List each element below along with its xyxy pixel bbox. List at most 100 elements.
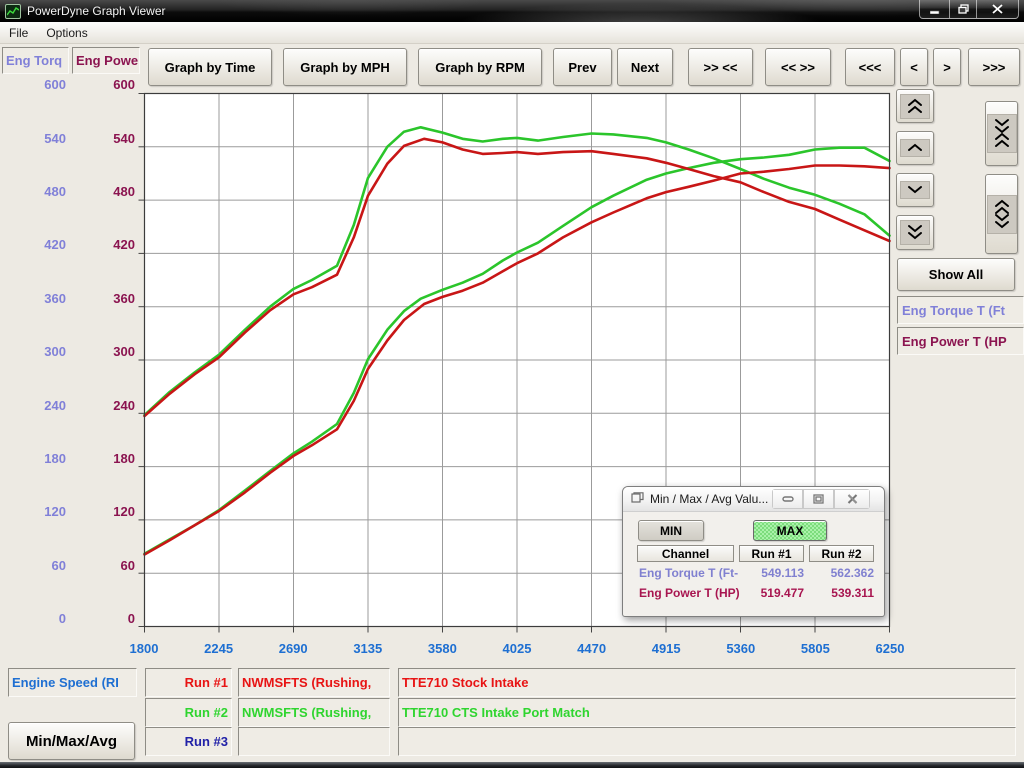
y-tick-torque: 360 bbox=[24, 291, 66, 307]
minmax-row-channel: Eng Power T (HP) bbox=[639, 586, 751, 600]
run-operator-field-3[interactable] bbox=[238, 727, 390, 756]
app-icon bbox=[5, 4, 21, 19]
y-tick-power: 480 bbox=[93, 184, 135, 200]
max-toggle-button[interactable]: MAX bbox=[753, 520, 827, 541]
scroll-up-button[interactable] bbox=[896, 131, 934, 165]
y-tick-power: 240 bbox=[93, 398, 135, 414]
graph-by-mph-button[interactable]: Graph by MPH bbox=[283, 48, 407, 86]
y-tick-power: 60 bbox=[93, 558, 135, 574]
channel-tab-eng-torque[interactable]: Eng Torq bbox=[2, 47, 69, 74]
taskbar-edge bbox=[0, 762, 1024, 768]
minmax-row-value-run1: 549.113 bbox=[739, 566, 804, 580]
menu-bar: File Options bbox=[0, 22, 1024, 44]
legend-label: Eng Torque T (Ft bbox=[902, 303, 1005, 318]
run-operator-field-1[interactable]: NWMSFTS (Rushing, bbox=[238, 668, 390, 697]
scroll-down-button[interactable] bbox=[896, 173, 934, 207]
minmax-row-channel: Eng Torque T (Ft- bbox=[639, 566, 751, 580]
minmax-close-button[interactable] bbox=[834, 489, 870, 509]
y-tick-power: 420 bbox=[93, 237, 135, 253]
legend-eng-torque[interactable]: Eng Torque T (Ft bbox=[897, 296, 1024, 324]
title-bar[interactable]: PowerDyne Graph Viewer bbox=[0, 0, 1024, 22]
y-tick-torque: 240 bbox=[24, 398, 66, 414]
legend-eng-power[interactable]: Eng Power T (HP bbox=[897, 327, 1024, 355]
minmax-minimize-button[interactable] bbox=[772, 489, 803, 509]
y-tick-torque: 60 bbox=[24, 558, 66, 574]
y-tick-power: 300 bbox=[93, 344, 135, 360]
graph-by-rpm-button[interactable]: Graph by RPM bbox=[418, 48, 542, 86]
menu-file[interactable]: File bbox=[0, 24, 37, 42]
y-tick-power: 180 bbox=[93, 451, 135, 467]
scroll-bottom-button[interactable] bbox=[896, 215, 934, 250]
minmax-window-title-bar[interactable]: Min / Max / Avg Valu... bbox=[623, 487, 884, 512]
graph-by-time-button[interactable]: Graph by Time bbox=[148, 48, 272, 86]
x-tick: 6250 bbox=[858, 641, 922, 657]
close-button[interactable] bbox=[977, 0, 1019, 19]
minimize-button[interactable] bbox=[919, 0, 949, 19]
prev-button[interactable]: Prev bbox=[553, 48, 612, 86]
scroll-far-right-button[interactable]: >>> bbox=[968, 48, 1020, 86]
minmax-maximize-button[interactable] bbox=[803, 489, 834, 509]
collapse-vertical-button[interactable] bbox=[985, 101, 1018, 166]
zoom-out-x-button[interactable]: << >> bbox=[765, 48, 831, 86]
channel-tab-label: Eng Torq bbox=[6, 53, 62, 68]
run-label-box-2: Run #2 bbox=[145, 698, 232, 727]
y-tick-torque: 420 bbox=[24, 237, 66, 253]
menu-options[interactable]: Options bbox=[37, 24, 96, 42]
y-tick-torque: 180 bbox=[24, 451, 66, 467]
y-tick-torque: 540 bbox=[24, 131, 66, 147]
maximize-restore-button[interactable] bbox=[949, 0, 977, 19]
x-tick: 5805 bbox=[783, 641, 847, 657]
x-tick: 4915 bbox=[634, 641, 698, 657]
run-description-field-3[interactable] bbox=[398, 727, 1016, 756]
y-tick-power: 360 bbox=[93, 291, 135, 307]
scroll-right-button[interactable]: > bbox=[933, 48, 961, 86]
next-button[interactable]: Next bbox=[617, 48, 673, 86]
run-description-field-1[interactable]: TTE710 Stock Intake bbox=[398, 668, 1016, 697]
chevrons-collapse-vertical-icon bbox=[987, 114, 1017, 153]
y-tick-power: 540 bbox=[93, 131, 135, 147]
minmax-row-value-run2: 539.311 bbox=[809, 586, 874, 600]
y-tick-power: 0 bbox=[93, 611, 135, 627]
channel-tab-label: Eng Powe bbox=[76, 53, 138, 68]
minmax-window-icon bbox=[631, 492, 644, 506]
channel-tab-eng-power[interactable]: Eng Powe bbox=[72, 47, 140, 74]
minmax-column-run1[interactable]: Run #1 bbox=[739, 545, 804, 562]
y-tick-power: 600 bbox=[93, 77, 135, 93]
x-tick: 5360 bbox=[709, 641, 773, 657]
run-description-field-2[interactable]: TTE710 CTS Intake Port Match bbox=[398, 698, 1016, 727]
x-axis-channel-box[interactable]: Engine Speed (RI bbox=[8, 668, 137, 697]
minmax-values-window[interactable]: Min / Max / Avg Valu... MIN MAX Channel … bbox=[622, 486, 885, 617]
scroll-left-button[interactable]: < bbox=[900, 48, 928, 86]
expand-vertical-button[interactable] bbox=[985, 174, 1018, 254]
scroll-top-button[interactable] bbox=[896, 89, 934, 123]
scroll-far-left-button[interactable]: <<< bbox=[845, 48, 895, 86]
chevron-up-icon bbox=[900, 139, 930, 157]
y-tick-torque: 120 bbox=[24, 504, 66, 520]
minmax-row-value-run1: 519.477 bbox=[739, 586, 804, 600]
x-tick: 4025 bbox=[485, 641, 549, 657]
x-axis-channel-label: Engine Speed (RI bbox=[12, 675, 119, 690]
x-tick: 3580 bbox=[410, 641, 474, 657]
y-tick-power: 120 bbox=[93, 504, 135, 520]
show-all-button[interactable]: Show All bbox=[897, 258, 1015, 291]
x-tick: 2245 bbox=[187, 641, 251, 657]
minmax-avg-button[interactable]: Min/Max/Avg bbox=[8, 722, 135, 760]
double-chevron-down-icon bbox=[900, 220, 930, 245]
minmax-window-title: Min / Max / Avg Valu... bbox=[650, 492, 768, 506]
min-toggle-button[interactable]: MIN bbox=[638, 520, 704, 541]
run-label-box-3: Run #3 bbox=[145, 727, 232, 756]
run-operator-field-2[interactable]: NWMSFTS (Rushing, bbox=[238, 698, 390, 727]
y-tick-torque: 600 bbox=[24, 77, 66, 93]
y-tick-torque: 0 bbox=[24, 611, 66, 627]
legend-label: Eng Power T (HP bbox=[902, 334, 1007, 349]
zoom-in-x-button[interactable]: >> << bbox=[688, 48, 753, 86]
y-tick-torque: 480 bbox=[24, 184, 66, 200]
x-tick: 3135 bbox=[336, 641, 400, 657]
run-label-box-1: Run #1 bbox=[145, 668, 232, 697]
minmax-column-channel[interactable]: Channel bbox=[637, 545, 734, 562]
minmax-column-run2[interactable]: Run #2 bbox=[809, 545, 874, 562]
x-tick: 1800 bbox=[112, 641, 176, 657]
powerdyne-app-window: PowerDyne Graph Viewer File Options Eng … bbox=[0, 0, 1024, 768]
window-title: PowerDyne Graph Viewer bbox=[27, 4, 166, 18]
double-chevron-up-icon bbox=[900, 94, 930, 119]
